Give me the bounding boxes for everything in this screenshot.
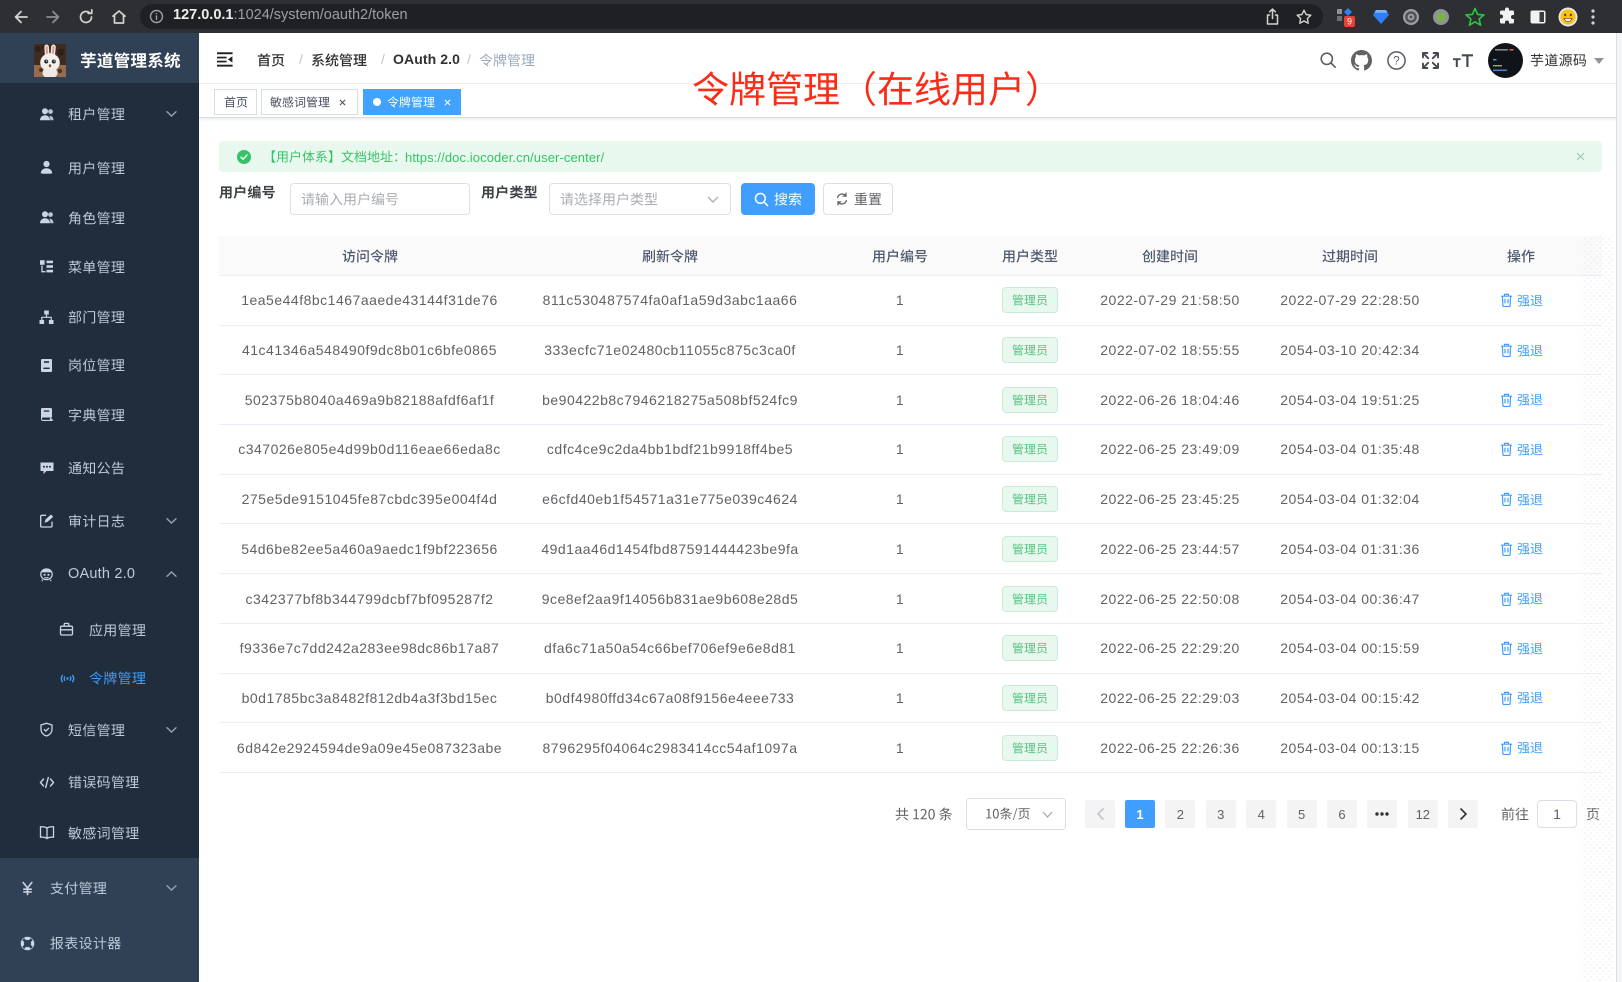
svg-text:?: ?	[1393, 56, 1399, 68]
svg-text:9: 9	[1347, 17, 1352, 27]
